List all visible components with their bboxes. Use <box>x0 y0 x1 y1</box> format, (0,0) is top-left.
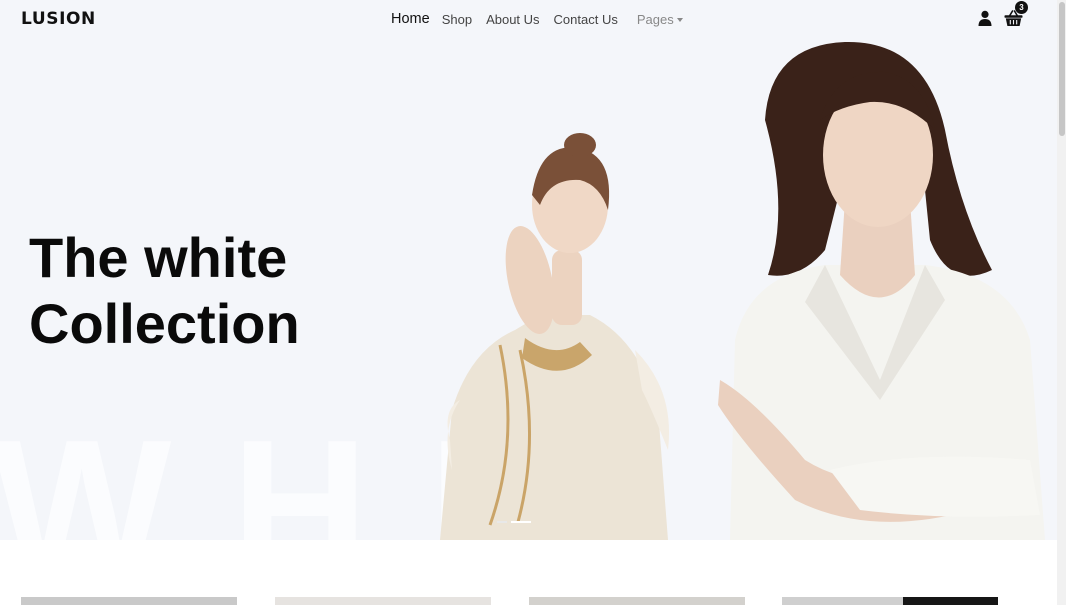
chevron-down-icon <box>676 17 683 22</box>
hero-banner: WHI The white Collection <box>0 38 1057 540</box>
slider-dot-1[interactable] <box>497 521 507 523</box>
brand-logo[interactable]: LUSION <box>21 9 96 29</box>
site-header: LUSION Home Shop About Us Contact Us Pag… <box>0 0 1057 38</box>
product-card-4[interactable] <box>782 597 998 605</box>
nav-shop[interactable]: Shop <box>442 12 472 27</box>
hero-title: The white Collection <box>29 225 349 357</box>
page-scrollbar-thumb[interactable] <box>1059 2 1065 136</box>
nav-home[interactable]: Home <box>391 11 430 27</box>
nav-contact-us[interactable]: Contact Us <box>554 12 618 27</box>
nav-about-us[interactable]: About Us <box>486 12 539 27</box>
hero-title-line-1: The white <box>29 226 288 289</box>
product-card-2[interactable] <box>275 597 491 605</box>
nav-pages-label: Pages <box>636 11 674 27</box>
slider-dot-2[interactable] <box>511 521 531 523</box>
model-right-image <box>718 41 1045 540</box>
model-left-image <box>440 133 670 540</box>
product-card-3[interactable] <box>529 597 745 605</box>
hero-slider-dots <box>497 521 531 523</box>
hero-title-line-2: Collection <box>29 292 300 355</box>
user-icon[interactable] <box>977 10 993 26</box>
nav-pages-dropdown[interactable]: Pages <box>637 12 683 27</box>
main-nav: Home Shop About Us Contact Us Pages <box>391 11 697 27</box>
product-card-1[interactable] <box>21 597 237 605</box>
cart-count-badge: 3 <box>1015 1 1028 14</box>
